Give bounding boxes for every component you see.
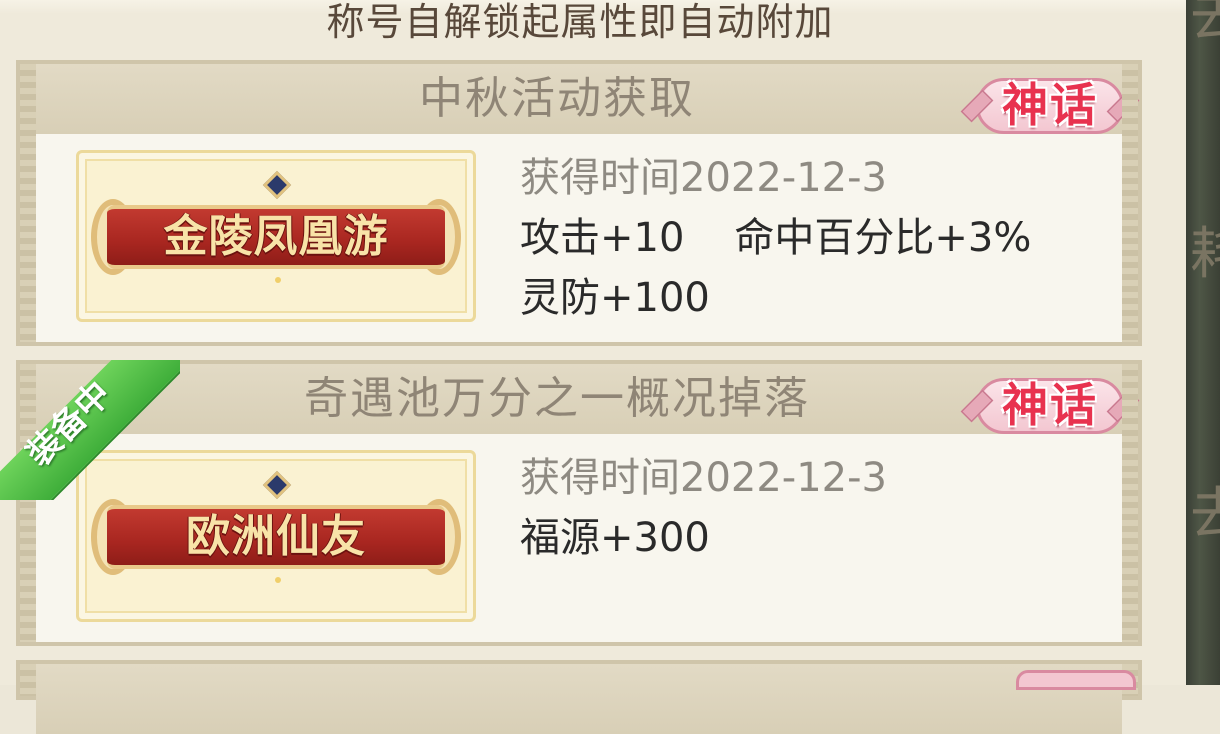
obtain-time: 获得时间2022-12-3 [520,455,888,501]
attribute: 福源+300 [520,515,710,561]
background-glyph: 去 [1190,482,1220,547]
rarity-label: 神话 [1002,378,1098,432]
rarity-badge: 神话 [960,374,1140,438]
rarity-label: 神话 [1002,78,1098,132]
title-info: 获得时间2022-12-3 福源+300 [520,448,1102,568]
title-name: 金陵凤凰游 [163,211,389,262]
equipped-ribbon: 装备中 [0,360,180,500]
title-plaque[interactable]: 金陵凤凰游 [76,150,476,322]
title-card[interactable]: 中秋活动获取 金陵凤凰游 获得时间2022-12-3 攻击+10 命中百分比+3%… [16,60,1142,346]
obtain-time: 获得时间2022-12-3 [520,155,888,201]
title-info: 获得时间2022-12-3 攻击+10 命中百分比+3% 灵防+100 [520,148,1102,328]
background-glyph: 去 [1190,0,1220,49]
title-card[interactable] [16,660,1142,734]
card-source-label: 中秋活动获取 [419,73,695,124]
card-source-label: 奇遇池万分之一概况掉落 [304,373,810,424]
title-list-panel: 称号自解锁起属性即自动附加 中秋活动获取 金陵凤凰游 获得时间2022-12-3… [0,0,1186,734]
gem-icon [262,470,292,500]
gem-icon [262,170,292,200]
attribute: 攻击+10 [520,215,685,261]
attribute: 命中百分比+3% [734,215,1032,261]
background-scenery [1186,0,1220,685]
rarity-badge: 神话 [960,74,1140,138]
title-name: 欧洲仙友 [186,511,366,562]
attribute: 灵防+100 [520,275,710,321]
panel-hint-text: 称号自解锁起属性即自动附加 [326,0,834,44]
background-glyph: 耗 [1190,222,1220,287]
rarity-badge [1016,670,1136,690]
title-card[interactable]: 奇遇池万分之一概况掉落 欧洲仙友 获得时间2022-12-3 福源+300 神话 [16,360,1142,646]
